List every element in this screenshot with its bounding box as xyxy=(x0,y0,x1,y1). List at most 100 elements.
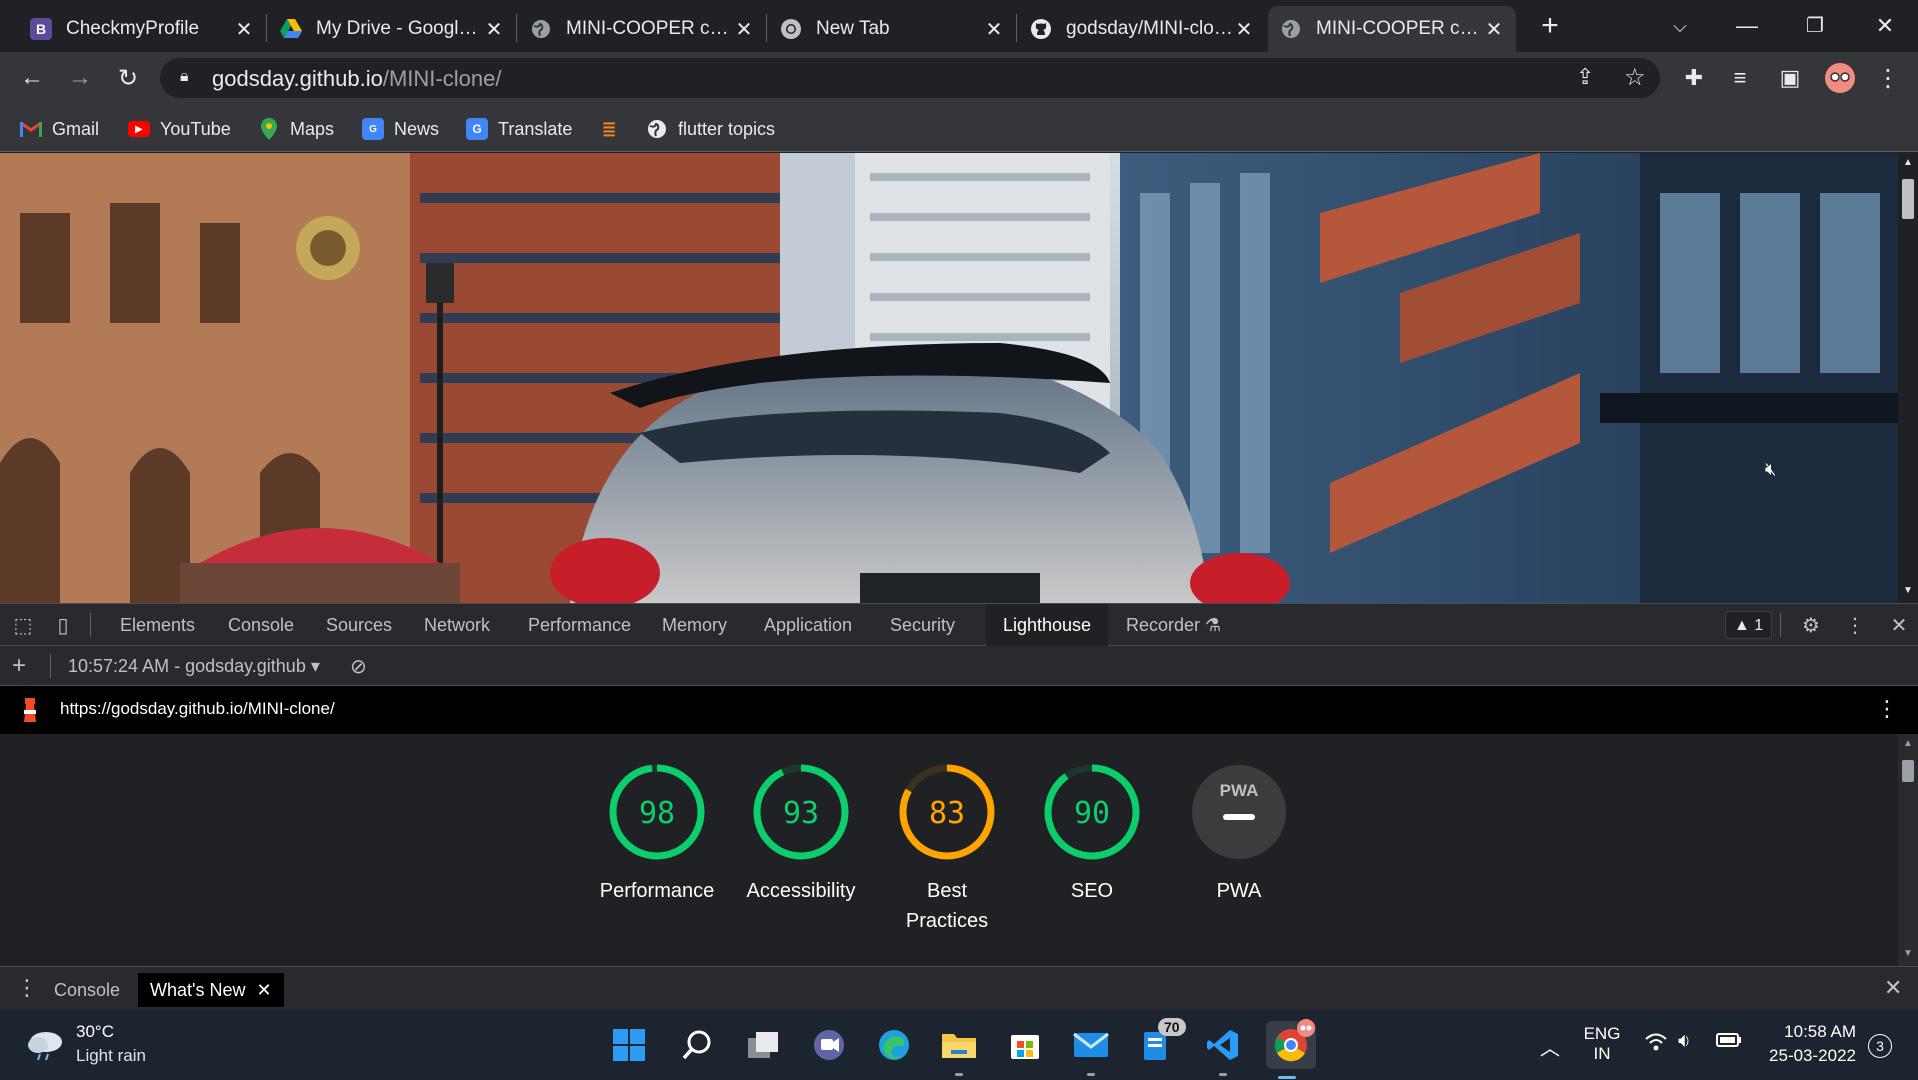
stack-icon: ≣ xyxy=(601,118,617,139)
battery-icon[interactable] xyxy=(1716,1032,1742,1053)
wifi-icon[interactable] xyxy=(1644,1032,1668,1057)
mute-icon[interactable]: 🔇︎ xyxy=(1765,459,1776,480)
bookmark-news[interactable]: G News xyxy=(362,116,439,142)
bookmark-flutter-topics[interactable]: flutter topics xyxy=(646,116,775,142)
close-icon[interactable]: ✕ xyxy=(1234,17,1254,42)
close-icon[interactable]: ✕ xyxy=(984,17,1004,42)
bookmark-youtube[interactable]: ▶ YouTube xyxy=(128,116,231,142)
volume-icon[interactable]: 🔉︎ xyxy=(1678,1030,1691,1053)
youtube-icon: ▶ xyxy=(128,121,150,137)
translate-icon: G xyxy=(466,118,488,140)
bookmark-translate[interactable]: G Translate xyxy=(466,116,572,142)
browser-tab[interactable]: godsday/MINI-clone ✕ xyxy=(1018,6,1266,52)
tab-recorder[interactable]: Recorder ⚗︎ xyxy=(1110,604,1237,646)
browser-tab[interactable]: B CheckmyProfile ✕ xyxy=(18,6,266,52)
file-explorer-icon[interactable] xyxy=(938,1024,980,1076)
mail-icon[interactable] xyxy=(1070,1024,1112,1076)
teams-chat-icon[interactable] xyxy=(808,1024,850,1066)
back-icon[interactable]: ← xyxy=(14,60,50,96)
bookmark-maps[interactable]: Maps xyxy=(258,116,334,142)
minimize-icon[interactable]: — xyxy=(1722,8,1772,44)
edge-icon[interactable] xyxy=(873,1024,915,1066)
close-icon[interactable]: ✕ xyxy=(1484,17,1504,42)
browser-tab[interactable]: New Tab ✕ xyxy=(768,6,1016,52)
tab-memory[interactable]: Memory xyxy=(646,604,743,646)
new-report-icon[interactable]: + xyxy=(12,652,26,680)
report-scrollbar[interactable]: ▲ ▼ xyxy=(1898,734,1918,966)
window-close-icon[interactable]: ✕ xyxy=(1860,8,1910,44)
score-gauge-best-practices[interactable]: 83 Best Practices xyxy=(874,762,1020,936)
bookmark-star-icon[interactable]: ☆ xyxy=(1624,63,1646,92)
score-gauge-performance[interactable]: 98 Performance xyxy=(584,762,730,906)
bookmark-stack[interactable]: ≣ xyxy=(598,116,630,142)
forward-icon[interactable]: → xyxy=(62,60,98,96)
report-url[interactable]: https://godsday.github.io/MINI-clone/ xyxy=(60,699,335,719)
tab-application[interactable]: Application xyxy=(748,604,868,646)
microsoft-store-icon[interactable] xyxy=(1004,1024,1046,1066)
report-menu-icon[interactable]: ⋮ xyxy=(1876,696,1898,722)
media-control-icon[interactable]: ≡ xyxy=(1722,60,1758,96)
close-icon[interactable]: ✕ xyxy=(256,980,271,1000)
drawer-menu-icon[interactable]: ⋮ xyxy=(16,975,38,1001)
task-view-icon[interactable] xyxy=(742,1024,784,1066)
inspect-element-icon[interactable]: ⬚ xyxy=(10,613,36,637)
close-icon[interactable]: ✕ xyxy=(734,17,754,42)
address-url[interactable]: godsday.github.io/MINI-clone/ xyxy=(212,66,501,92)
close-icon[interactable]: ✕ xyxy=(484,17,504,42)
search-icon[interactable] xyxy=(676,1024,718,1066)
avatar[interactable] xyxy=(1822,60,1858,96)
share-icon[interactable]: ⇪ xyxy=(1576,64,1594,90)
tab-sources[interactable]: Sources xyxy=(310,604,408,646)
score-gauge-seo[interactable]: 90 SEO xyxy=(1019,762,1165,906)
gmail-icon xyxy=(20,118,42,140)
address-bar[interactable]: 🔒︎ godsday.github.io/MINI-clone/ ⇪ ☆ xyxy=(160,58,1660,98)
new-tab-button[interactable]: + xyxy=(1525,8,1575,44)
clock-time[interactable]: 10:58 AM xyxy=(1764,1022,1856,1042)
bookmark-gmail[interactable]: Gmail xyxy=(20,116,99,142)
tab-network[interactable]: Network xyxy=(408,604,506,646)
score-gauge-accessibility[interactable]: 93 Accessibility xyxy=(728,762,874,906)
report-selector[interactable]: 10:57:24 AM - godsday.github ▾ xyxy=(68,656,320,677)
devtools-more-icon[interactable]: ⋮ xyxy=(1842,613,1868,637)
drawer-tab-console[interactable]: Console xyxy=(42,973,132,1007)
tab-elements[interactable]: Elements xyxy=(104,604,211,646)
devtools-close-icon[interactable]: ✕ xyxy=(1886,613,1912,637)
pwa-dash-icon xyxy=(1223,814,1255,820)
tab-performance[interactable]: Performance xyxy=(512,604,647,646)
input-language[interactable]: ENG IN xyxy=(1582,1024,1622,1064)
chrome-icon[interactable] xyxy=(1266,1019,1316,1079)
clear-all-icon[interactable]: ⊘ xyxy=(350,654,367,679)
tab-title: MINI-COOPER configurator xyxy=(1316,18,1484,39)
weather-desc[interactable]: Light rain xyxy=(76,1046,146,1066)
todo-icon[interactable]: 70 xyxy=(1136,1018,1186,1066)
vscode-icon[interactable] xyxy=(1202,1024,1244,1076)
restore-icon[interactable]: ❐ xyxy=(1790,8,1840,44)
drawer-close-icon[interactable]: ✕ xyxy=(1884,975,1902,1001)
lock-icon[interactable]: 🔒︎ xyxy=(180,68,189,86)
score-gauge-pwa[interactable]: PWA PWA xyxy=(1166,762,1312,906)
chevron-up-icon[interactable]: ︿ xyxy=(1540,1032,1560,1061)
notification-center-badge[interactable]: 3 xyxy=(1868,1034,1892,1058)
page-scrollbar[interactable]: ▲ ▼ xyxy=(1898,153,1918,603)
weather-widget[interactable] xyxy=(26,1028,66,1067)
browser-tab[interactable]: My Drive - Google Drive ✕ xyxy=(268,6,516,52)
tab-security[interactable]: Security xyxy=(874,604,971,646)
device-toolbar-icon[interactable]: ▯ xyxy=(50,613,76,637)
browser-tab-active[interactable]: MINI-COOPER configurator ✕ xyxy=(1268,6,1516,52)
tab-console[interactable]: Console xyxy=(212,604,310,646)
extensions-icon[interactable]: ✚ xyxy=(1676,60,1712,96)
settings-gear-icon[interactable]: ⚙ xyxy=(1798,613,1824,637)
side-panel-icon[interactable]: ▣ xyxy=(1772,60,1808,96)
weather-temp[interactable]: 30°C xyxy=(76,1022,114,1042)
more-menu-icon[interactable]: ⋮ xyxy=(1870,60,1906,96)
close-icon[interactable]: ✕ xyxy=(234,17,254,42)
issues-counter[interactable]: ▲ 1 xyxy=(1725,611,1773,639)
tab-lighthouse[interactable]: Lighthouse xyxy=(986,604,1108,646)
drawer-tab-whats-new[interactable]: What's New ✕ xyxy=(138,973,284,1007)
reload-icon[interactable]: ↻ xyxy=(110,60,146,96)
start-icon[interactable] xyxy=(608,1024,650,1066)
browser-tab[interactable]: MINI-COOPER configurator ✕ xyxy=(518,6,766,52)
tab-search-icon[interactable]: ⌵ xyxy=(1655,8,1705,44)
clock-date[interactable]: 25-03-2022 xyxy=(1762,1046,1856,1066)
hero-video[interactable] xyxy=(0,153,1898,603)
